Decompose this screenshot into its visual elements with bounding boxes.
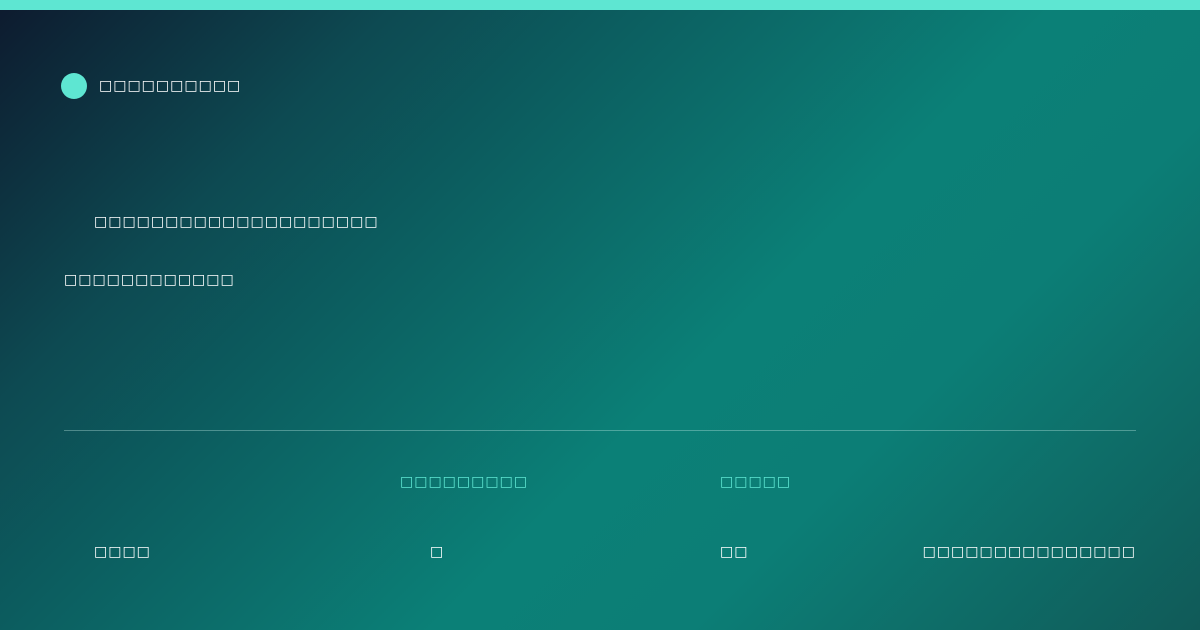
stat-value-c: □□ [720,544,749,560]
stat-value-b: □ [430,544,445,560]
circle-logo-icon [61,73,87,99]
top-accent-bar [0,0,1200,10]
brand: □□□□□□□□□□ [61,73,241,99]
divider [64,430,1136,431]
hero-headline: □□□□□□□□□□□□□□□□□□□□ [94,214,379,230]
stat-label-b: □□□□□□□□□ [400,474,529,490]
hero-subline: □□□□□□□□□□□□ [64,272,235,288]
brand-name: □□□□□□□□□□ [99,78,242,94]
stat-value-a: □□□□ [94,544,151,560]
stat-label-c: □□□□□ [720,474,792,490]
stat-value-d: □□□□□□□□□□□□□□□ [922,544,1136,560]
